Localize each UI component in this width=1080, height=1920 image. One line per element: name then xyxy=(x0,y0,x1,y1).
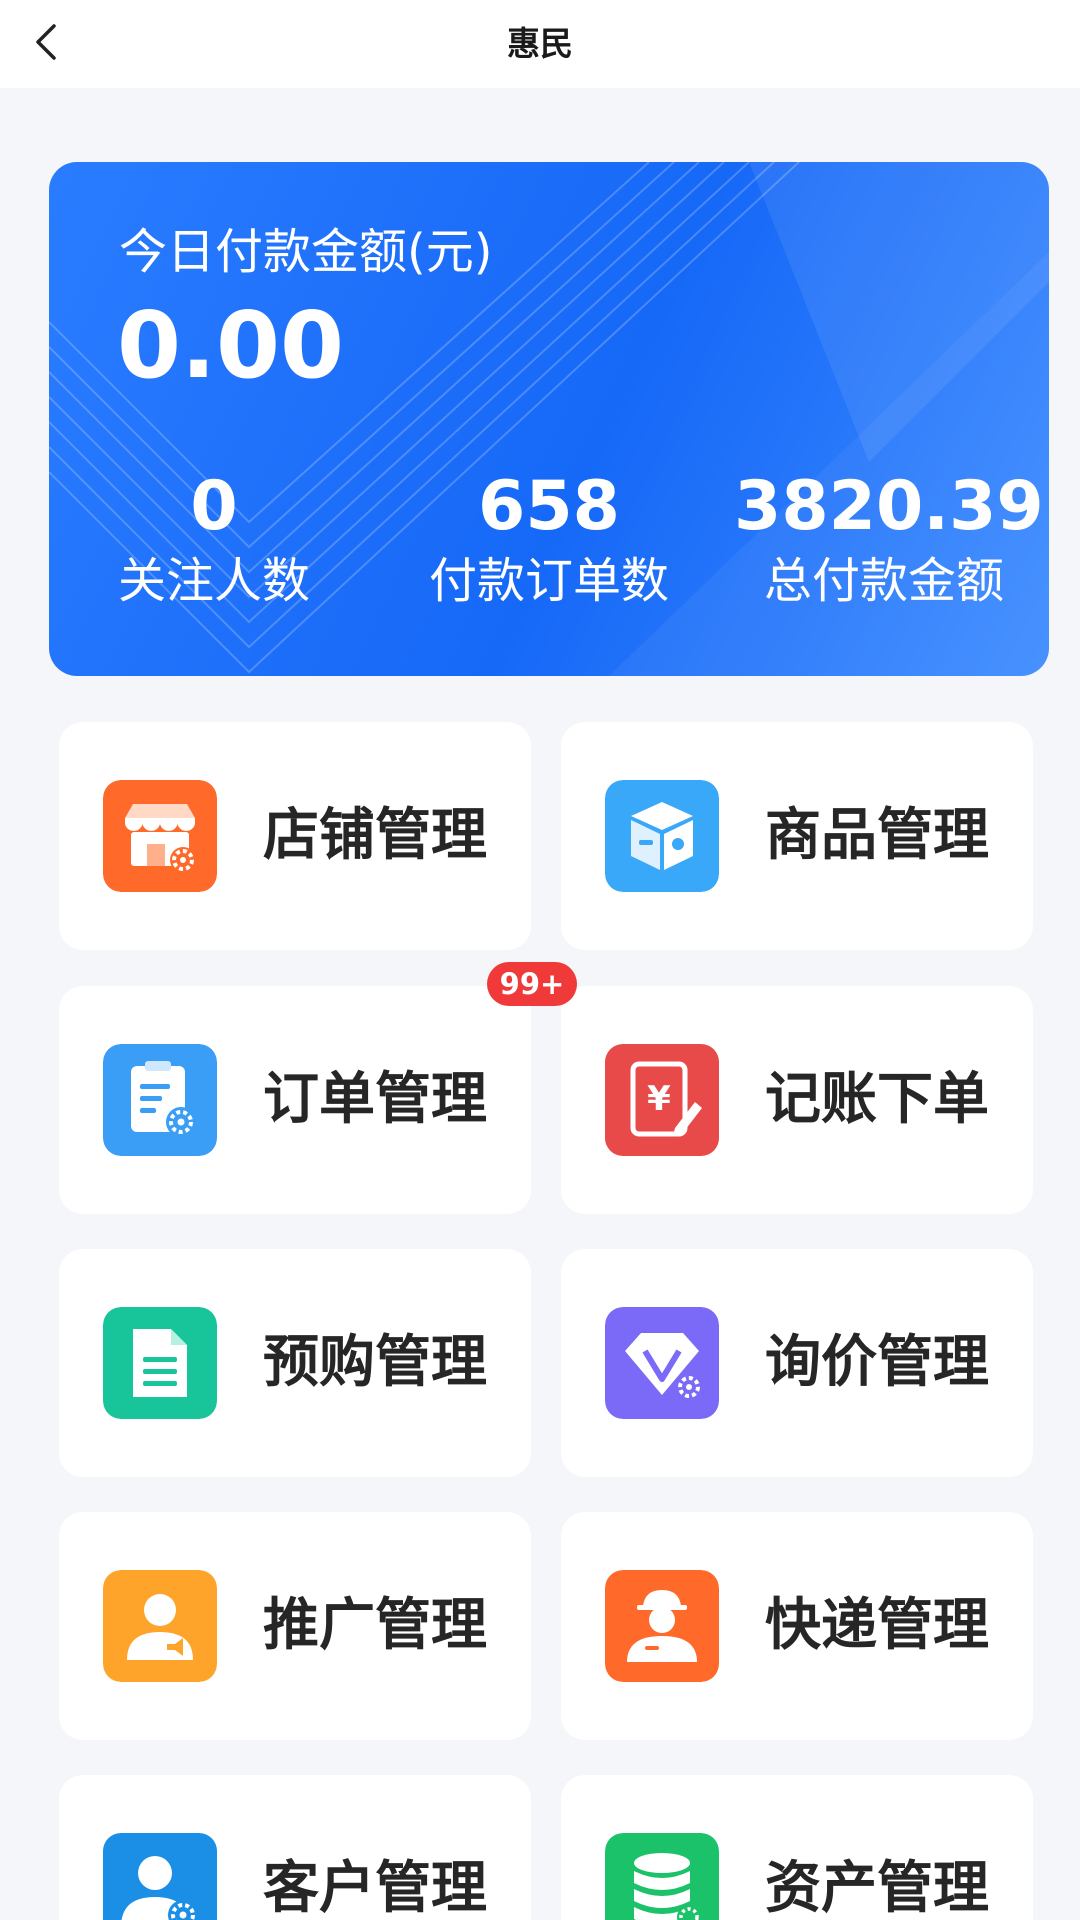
page-title: 惠民 xyxy=(507,24,573,63)
diamond-icon xyxy=(605,1307,719,1419)
document-icon xyxy=(103,1307,217,1419)
stat-followers-value: 0 xyxy=(190,467,238,546)
stat-total-payment-value: 3820.39 xyxy=(734,467,1044,546)
menu-product-management[interactable]: 商品管理 xyxy=(561,722,1033,950)
menu-promotion-management[interactable]: 推广管理 xyxy=(59,1512,531,1740)
today-payment-label: 今日付款金额(元) xyxy=(119,224,493,280)
top-bar: 惠民 xyxy=(0,0,1080,88)
store-icon xyxy=(103,780,217,892)
customer-icon xyxy=(103,1833,217,1920)
menu-inquiry-management[interactable]: 询价管理 xyxy=(561,1249,1033,1477)
page: 惠民 今日付款金额(元) 0.00 0 关注人数 658 付款订单数 3820.… xyxy=(0,0,1080,1920)
database-icon xyxy=(605,1833,719,1920)
menu-bookkeeping-order-label: 记账下单 xyxy=(765,1067,989,1132)
stats-card: 今日付款金额(元) 0.00 0 关注人数 658 付款订单数 3820.39 … xyxy=(49,162,1049,676)
menu-courier-management[interactable]: 快递管理 xyxy=(561,1512,1033,1740)
menu-asset-management-label: 资产管理 xyxy=(765,1856,989,1920)
menu-preorder-management[interactable]: 预购管理 xyxy=(59,1249,531,1477)
svg-text:¥: ¥ xyxy=(647,1079,671,1119)
menu-store-management-label: 店铺管理 xyxy=(263,803,487,868)
menu-preorder-management-label: 预购管理 xyxy=(263,1330,487,1395)
courier-icon xyxy=(605,1570,719,1682)
bookkeeping-icon: ¥ xyxy=(605,1044,719,1156)
order-count-badge: 99+ xyxy=(487,962,577,1006)
menu-courier-management-label: 快递管理 xyxy=(765,1593,989,1658)
stat-total-payment: 3820.39 总付款金额 xyxy=(734,467,1044,613)
order-clipboard-icon xyxy=(103,1044,217,1156)
product-box-icon xyxy=(605,780,719,892)
menu-order-management[interactable]: 订单管理 xyxy=(59,986,531,1214)
menu-promotion-management-label: 推广管理 xyxy=(263,1593,487,1658)
menu-asset-management[interactable]: 资产管理 xyxy=(561,1775,1033,1920)
stat-paid-orders: 658 付款订单数 xyxy=(399,467,699,613)
stat-total-payment-label: 总付款金额 xyxy=(763,553,1004,609)
menu-inquiry-management-label: 询价管理 xyxy=(765,1330,989,1395)
menu-store-management[interactable]: 店铺管理 xyxy=(59,722,531,950)
menu-product-management-label: 商品管理 xyxy=(765,803,989,868)
stat-followers-label: 关注人数 xyxy=(117,553,310,609)
stat-paid-orders-label: 付款订单数 xyxy=(428,553,669,609)
menu-order-management-label: 订单管理 xyxy=(263,1067,487,1132)
menu-customer-management-label: 客户管理 xyxy=(263,1856,487,1920)
stat-followers: 0 关注人数 xyxy=(64,467,364,613)
stat-paid-orders-value: 658 xyxy=(478,467,620,546)
today-payment-value: 0.00 xyxy=(117,292,344,399)
promoter-icon xyxy=(103,1570,217,1682)
menu-bookkeeping-order[interactable]: ¥ 记账下单 xyxy=(561,986,1033,1214)
menu-customer-management[interactable]: 客户管理 xyxy=(59,1775,531,1920)
